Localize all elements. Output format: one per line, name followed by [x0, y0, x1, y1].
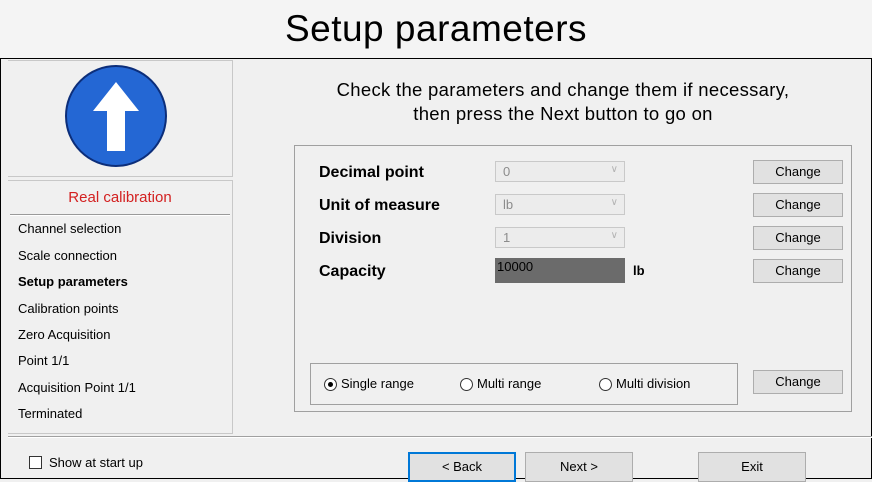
change-division-button[interactable]: Change: [753, 226, 843, 250]
step-scale-connection: Scale connection: [18, 248, 118, 263]
step-calibration-points: Calibration points: [18, 301, 119, 316]
show-at-startup-checkbox[interactable]: [29, 456, 42, 469]
show-at-startup-label[interactable]: Show at start up: [49, 455, 143, 470]
range-radio-group: Single range Multi range Multi division: [310, 363, 738, 405]
instruction-line-2: then press the Next button to go on: [413, 103, 713, 124]
radio-unselected-icon: [460, 378, 473, 391]
step-terminated: Terminated: [18, 406, 83, 421]
unit-of-measure-select[interactable]: lb ∨: [495, 194, 625, 215]
steps-title: Real calibration: [68, 189, 172, 206]
capacity-label: Capacity: [319, 263, 386, 280]
up-arrow-icon: [65, 65, 167, 167]
page-title: Setup parameters: [284, 8, 588, 49]
capacity-unit: lb: [633, 263, 645, 278]
step-point: Point 1/1: [18, 353, 70, 368]
division-value: 1: [503, 230, 511, 245]
radio-selected-icon: [324, 378, 337, 391]
decimal-point-value: 0: [503, 164, 511, 179]
multi-range-radio[interactable]: Multi range: [460, 376, 541, 391]
unit-of-measure-value: lb: [503, 197, 514, 212]
multi-range-label: Multi range: [477, 376, 542, 391]
back-button[interactable]: < Back: [408, 452, 516, 482]
next-button[interactable]: Next >: [525, 452, 633, 482]
parameters-panel: Decimal point 0 ∨ Change Unit of measure…: [294, 145, 852, 412]
decimal-point-select[interactable]: 0 ∨: [495, 161, 625, 182]
decimal-point-label: Decimal point: [319, 164, 424, 181]
multi-division-label: Multi division: [616, 376, 691, 391]
multi-division-radio[interactable]: Multi division: [599, 376, 690, 391]
footer-divider: [8, 436, 872, 438]
steps-panel: Real calibration Channel selection Scale…: [8, 180, 233, 434]
division-label: Division: [319, 230, 382, 247]
capacity-value: 10000: [497, 259, 534, 274]
single-range-radio[interactable]: Single range: [324, 376, 414, 391]
change-decimal-point-button[interactable]: Change: [753, 160, 843, 184]
step-setup-parameters: Setup parameters: [18, 274, 128, 289]
change-range-button[interactable]: Change: [753, 370, 843, 394]
single-range-label: Single range: [341, 376, 414, 391]
chevron-down-icon: ∨: [610, 197, 618, 208]
capacity-field: 10000: [495, 258, 625, 283]
step-zero-acquisition: Zero Acquisition: [18, 327, 111, 342]
chevron-down-icon: ∨: [610, 164, 618, 175]
sidebar: Real calibration Channel selection Scale…: [8, 60, 233, 434]
step-channel-selection: Channel selection: [18, 221, 122, 236]
instruction-line-1: Check the parameters and change them if …: [336, 79, 790, 100]
unit-of-measure-label: Unit of measure: [319, 197, 440, 214]
step-acquisition-point: Acquisition Point 1/1: [18, 380, 136, 395]
change-unit-button[interactable]: Change: [753, 193, 843, 217]
instruction-text: Check the parameters and change them if …: [258, 78, 868, 126]
title-bar: Setup parameters: [0, 0, 872, 59]
exit-button[interactable]: Exit: [698, 452, 806, 482]
icon-panel: [8, 60, 233, 177]
division-select[interactable]: 1 ∨: [495, 227, 625, 248]
chevron-down-icon: ∨: [610, 230, 618, 241]
radio-unselected-icon: [599, 378, 612, 391]
change-capacity-button[interactable]: Change: [753, 259, 843, 283]
steps-divider: [10, 214, 230, 216]
